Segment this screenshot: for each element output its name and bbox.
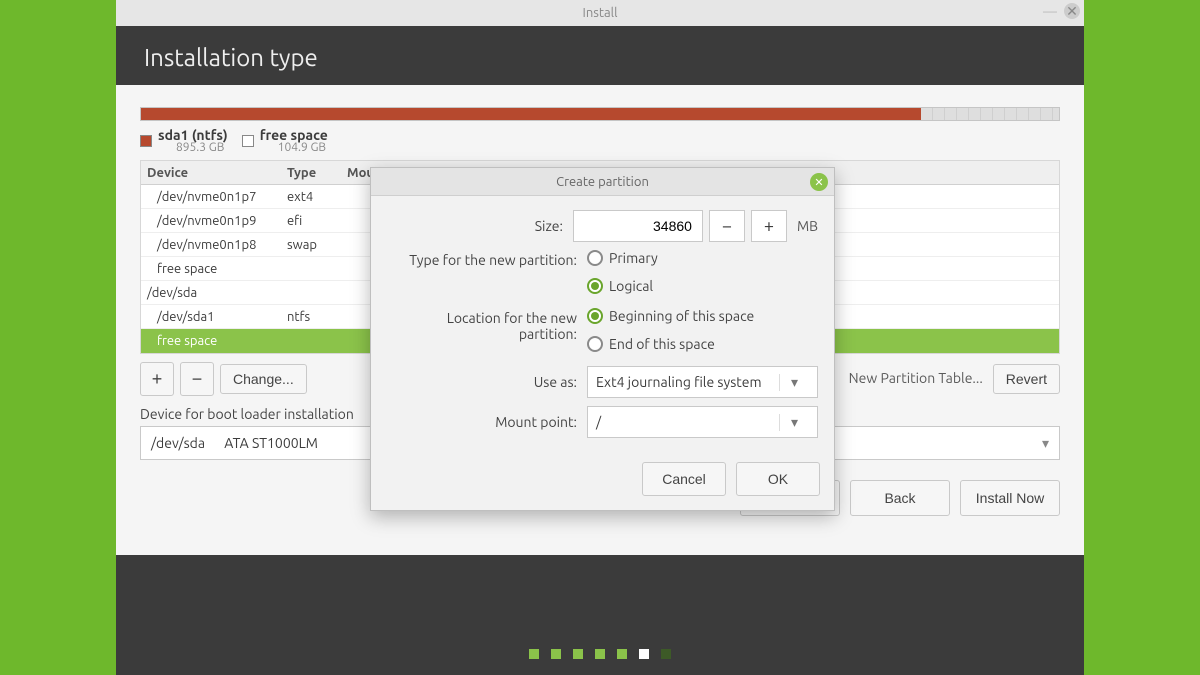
radio-icon <box>587 250 603 266</box>
usage-segment-free <box>921 108 1059 120</box>
legend-item-used: sda1 (ntfs) 895.3 GB <box>140 127 228 154</box>
partition-type-primary[interactable]: Primary <box>587 250 658 266</box>
row-device: /dev/nvme0n1p7 <box>147 190 287 204</box>
progress-dot <box>573 649 583 659</box>
row-device: /dev/nvme0n1p9 <box>147 214 287 228</box>
page-header: Installation type <box>116 26 1084 85</box>
progress-dot <box>551 649 561 659</box>
legend-sub-used: 895.3 GB <box>176 141 228 154</box>
row-type: swap <box>287 238 347 252</box>
row-type: ext4 <box>287 190 347 204</box>
dialog-close-button[interactable]: ✕ <box>810 173 828 191</box>
partition-type-logical[interactable]: Logical <box>587 278 653 294</box>
use-as-select[interactable]: Ext4 journaling file system ▾ <box>587 366 818 398</box>
disk-usage-bar <box>140 107 1060 121</box>
size-input[interactable] <box>573 210 703 242</box>
remove-partition-button[interactable]: − <box>180 362 214 396</box>
dialog-ok-button[interactable]: OK <box>736 462 820 496</box>
row-type: efi <box>287 214 347 228</box>
row-device: /dev/sda1 <box>147 310 287 324</box>
add-partition-button[interactable]: + <box>140 362 174 396</box>
size-decrement-button[interactable]: − <box>709 210 745 242</box>
progress-dot <box>639 649 649 659</box>
progress-dot <box>595 649 605 659</box>
col-type: Type <box>287 166 347 180</box>
partition-type-label: Type for the new partition: <box>387 250 587 268</box>
row-device: free space <box>147 262 287 276</box>
window-titlebar: Install — ✕ <box>116 0 1084 26</box>
minimize-icon[interactable]: — <box>1042 3 1058 19</box>
partition-location-begin[interactable]: Beginning of this space <box>587 308 754 324</box>
chevron-down-icon: ▾ <box>779 414 809 431</box>
radio-icon <box>587 336 603 352</box>
radio-icon <box>587 278 603 294</box>
window-title: Install <box>583 6 618 20</box>
row-device: /dev/nvme0n1p8 <box>147 238 287 252</box>
size-label: Size: <box>387 218 573 234</box>
progress-dot <box>529 649 539 659</box>
boot-model: ATA ST1000LM <box>224 435 318 451</box>
usage-legend: sda1 (ntfs) 895.3 GB free space 104.9 GB <box>140 127 1060 154</box>
use-as-label: Use as: <box>387 374 587 390</box>
revert-button[interactable]: Revert <box>993 364 1060 394</box>
create-partition-dialog: Create partition ✕ Size: − + MB Type for… <box>370 167 835 511</box>
mount-point-select[interactable]: / ▾ <box>587 406 818 438</box>
row-type: ntfs <box>287 310 347 324</box>
change-partition-button[interactable]: Change... <box>220 364 307 394</box>
row-device: free space <box>147 334 287 348</box>
window-controls: — ✕ <box>1042 3 1080 19</box>
partition-location-end[interactable]: End of this space <box>587 336 715 352</box>
progress-dot <box>617 649 627 659</box>
size-unit: MB <box>797 218 818 234</box>
size-increment-button[interactable]: + <box>751 210 787 242</box>
mount-point-label: Mount point: <box>387 414 587 430</box>
dialog-title: Create partition <box>556 175 649 189</box>
usage-segment-used <box>141 108 921 120</box>
legend-swatch-empty <box>242 135 254 147</box>
chevron-down-icon: ▾ <box>1042 435 1049 452</box>
legend-item-free: free space 104.9 GB <box>242 127 328 154</box>
partition-location-label: Location for the new partition: <box>387 308 587 342</box>
new-partition-table-button[interactable]: New Partition Table... <box>845 364 987 394</box>
row-device: /dev/sda <box>147 286 287 300</box>
back-button[interactable]: Back <box>850 480 950 516</box>
progress-dots <box>116 649 1084 659</box>
close-icon[interactable]: ✕ <box>1064 3 1080 19</box>
legend-sub-free: 104.9 GB <box>278 141 328 154</box>
chevron-down-icon: ▾ <box>779 374 809 391</box>
radio-icon <box>587 308 603 324</box>
dialog-titlebar: Create partition ✕ <box>371 168 834 196</box>
boot-device: /dev/sda <box>151 435 205 451</box>
legend-swatch-red <box>140 135 152 147</box>
col-device: Device <box>147 166 287 180</box>
page-title: Installation type <box>144 44 318 71</box>
install-now-button[interactable]: Install Now <box>960 480 1060 516</box>
progress-dot <box>661 649 671 659</box>
dialog-cancel-button[interactable]: Cancel <box>642 462 726 496</box>
